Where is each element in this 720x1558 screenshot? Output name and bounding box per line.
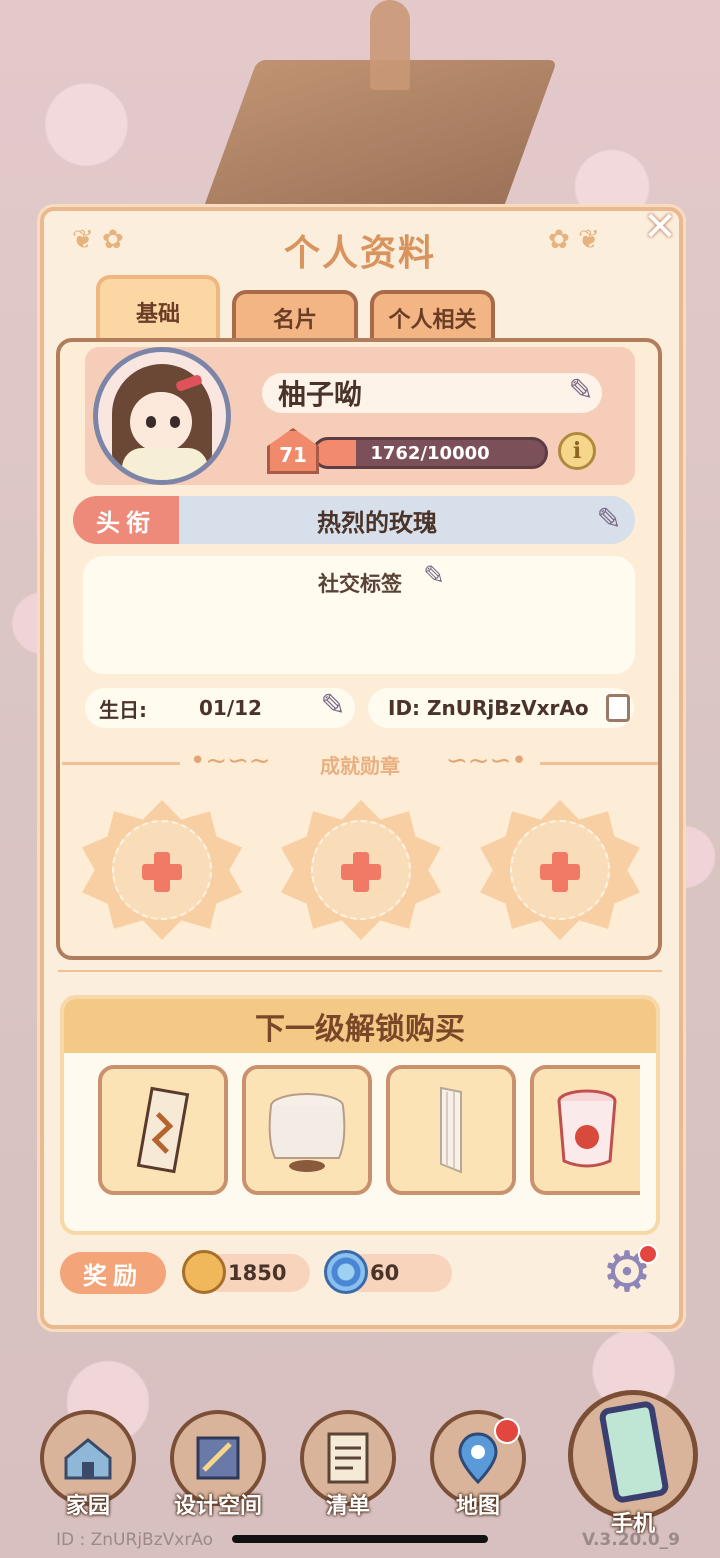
xp-progress-bar: 1762/10000 [312,437,548,469]
xp-progress-text: 1762/10000 [370,442,490,464]
settings-notification-dot [638,1244,658,1264]
medal-slot-3[interactable] [480,800,640,940]
birthday-value: 01/12 [199,696,262,720]
coin-amount: 1850 [228,1261,287,1285]
coin-icon [182,1250,226,1294]
lace-table-icon [268,1093,346,1172]
map-pin-icon [458,1432,498,1485]
edit-name-pencil-icon[interactable]: ✎ [558,368,604,412]
title-value: 热烈的玫瑰 [317,508,437,537]
birthday-label: 生日: [99,697,147,722]
house-icon [64,1438,112,1480]
footer-player-id: ID : ZnURjBzVxrAo [56,1530,214,1550]
house-tower-decoration [370,0,410,90]
title-tag: 头衔 [73,496,179,544]
tab-personal[interactable]: 个人相关 [370,290,495,342]
panel-title: 个人资料 [283,233,436,274]
curtain-icon [440,1086,462,1174]
blueprint-icon [196,1436,240,1480]
unlock-item-painting[interactable] [98,1065,228,1195]
home-indicator[interactable] [232,1535,488,1543]
avatar[interactable] [93,347,231,485]
unlock-item-apple-cup[interactable] [530,1065,640,1195]
social-tags-label: 社交标签 [318,572,402,596]
painting-icon [136,1086,190,1174]
nav-map-label: 地图 [455,1494,500,1519]
medal-slot-1[interactable] [82,800,242,940]
tab-basic[interactable]: 基础 [96,275,220,345]
nav-design-label: 设计空间 [173,1494,262,1519]
unlock-item-lace-table[interactable] [242,1065,372,1195]
medal-slot-2[interactable] [281,800,441,940]
player-id-text: ID: ZnURjBzVxrAo [388,696,589,720]
gem-amount: 60 [370,1261,400,1285]
player-name: 柚子呦 [262,373,602,413]
unlock-title: 下一级解锁购买 [64,999,656,1053]
edit-birthday-pencil-icon[interactable]: ✎ [312,684,354,726]
copy-id-icon[interactable] [606,694,630,722]
list-icon [327,1432,369,1484]
nav-list-label: 清单 [325,1494,370,1519]
unlock-item-curtain[interactable] [386,1065,516,1195]
edit-title-pencil-icon[interactable]: ✎ [584,496,634,542]
map-notification-dot [494,1418,520,1444]
player-id-pill: ID: ZnURjBzVxrAo [368,688,634,728]
medals-title: 成就勋章 [320,754,400,778]
edit-social-tags-pencil-icon[interactable]: ✎ [416,560,452,592]
apple-cup-icon [557,1089,617,1168]
info-icon[interactable]: i [558,432,596,470]
footer-version: V.3.20.0_9 [582,1530,680,1550]
section-divider [58,970,662,972]
nav-home-label: 家园 [65,1494,110,1519]
swirl-gem-icon [324,1250,368,1294]
close-button[interactable]: ✕ [638,204,682,250]
player-name-text: 柚子呦 [278,378,363,411]
tab-card[interactable]: 名片 [232,290,358,342]
rewards-label: 奖励 [60,1252,166,1294]
title-row[interactable]: 头衔 热烈的玫瑰 [73,496,635,544]
